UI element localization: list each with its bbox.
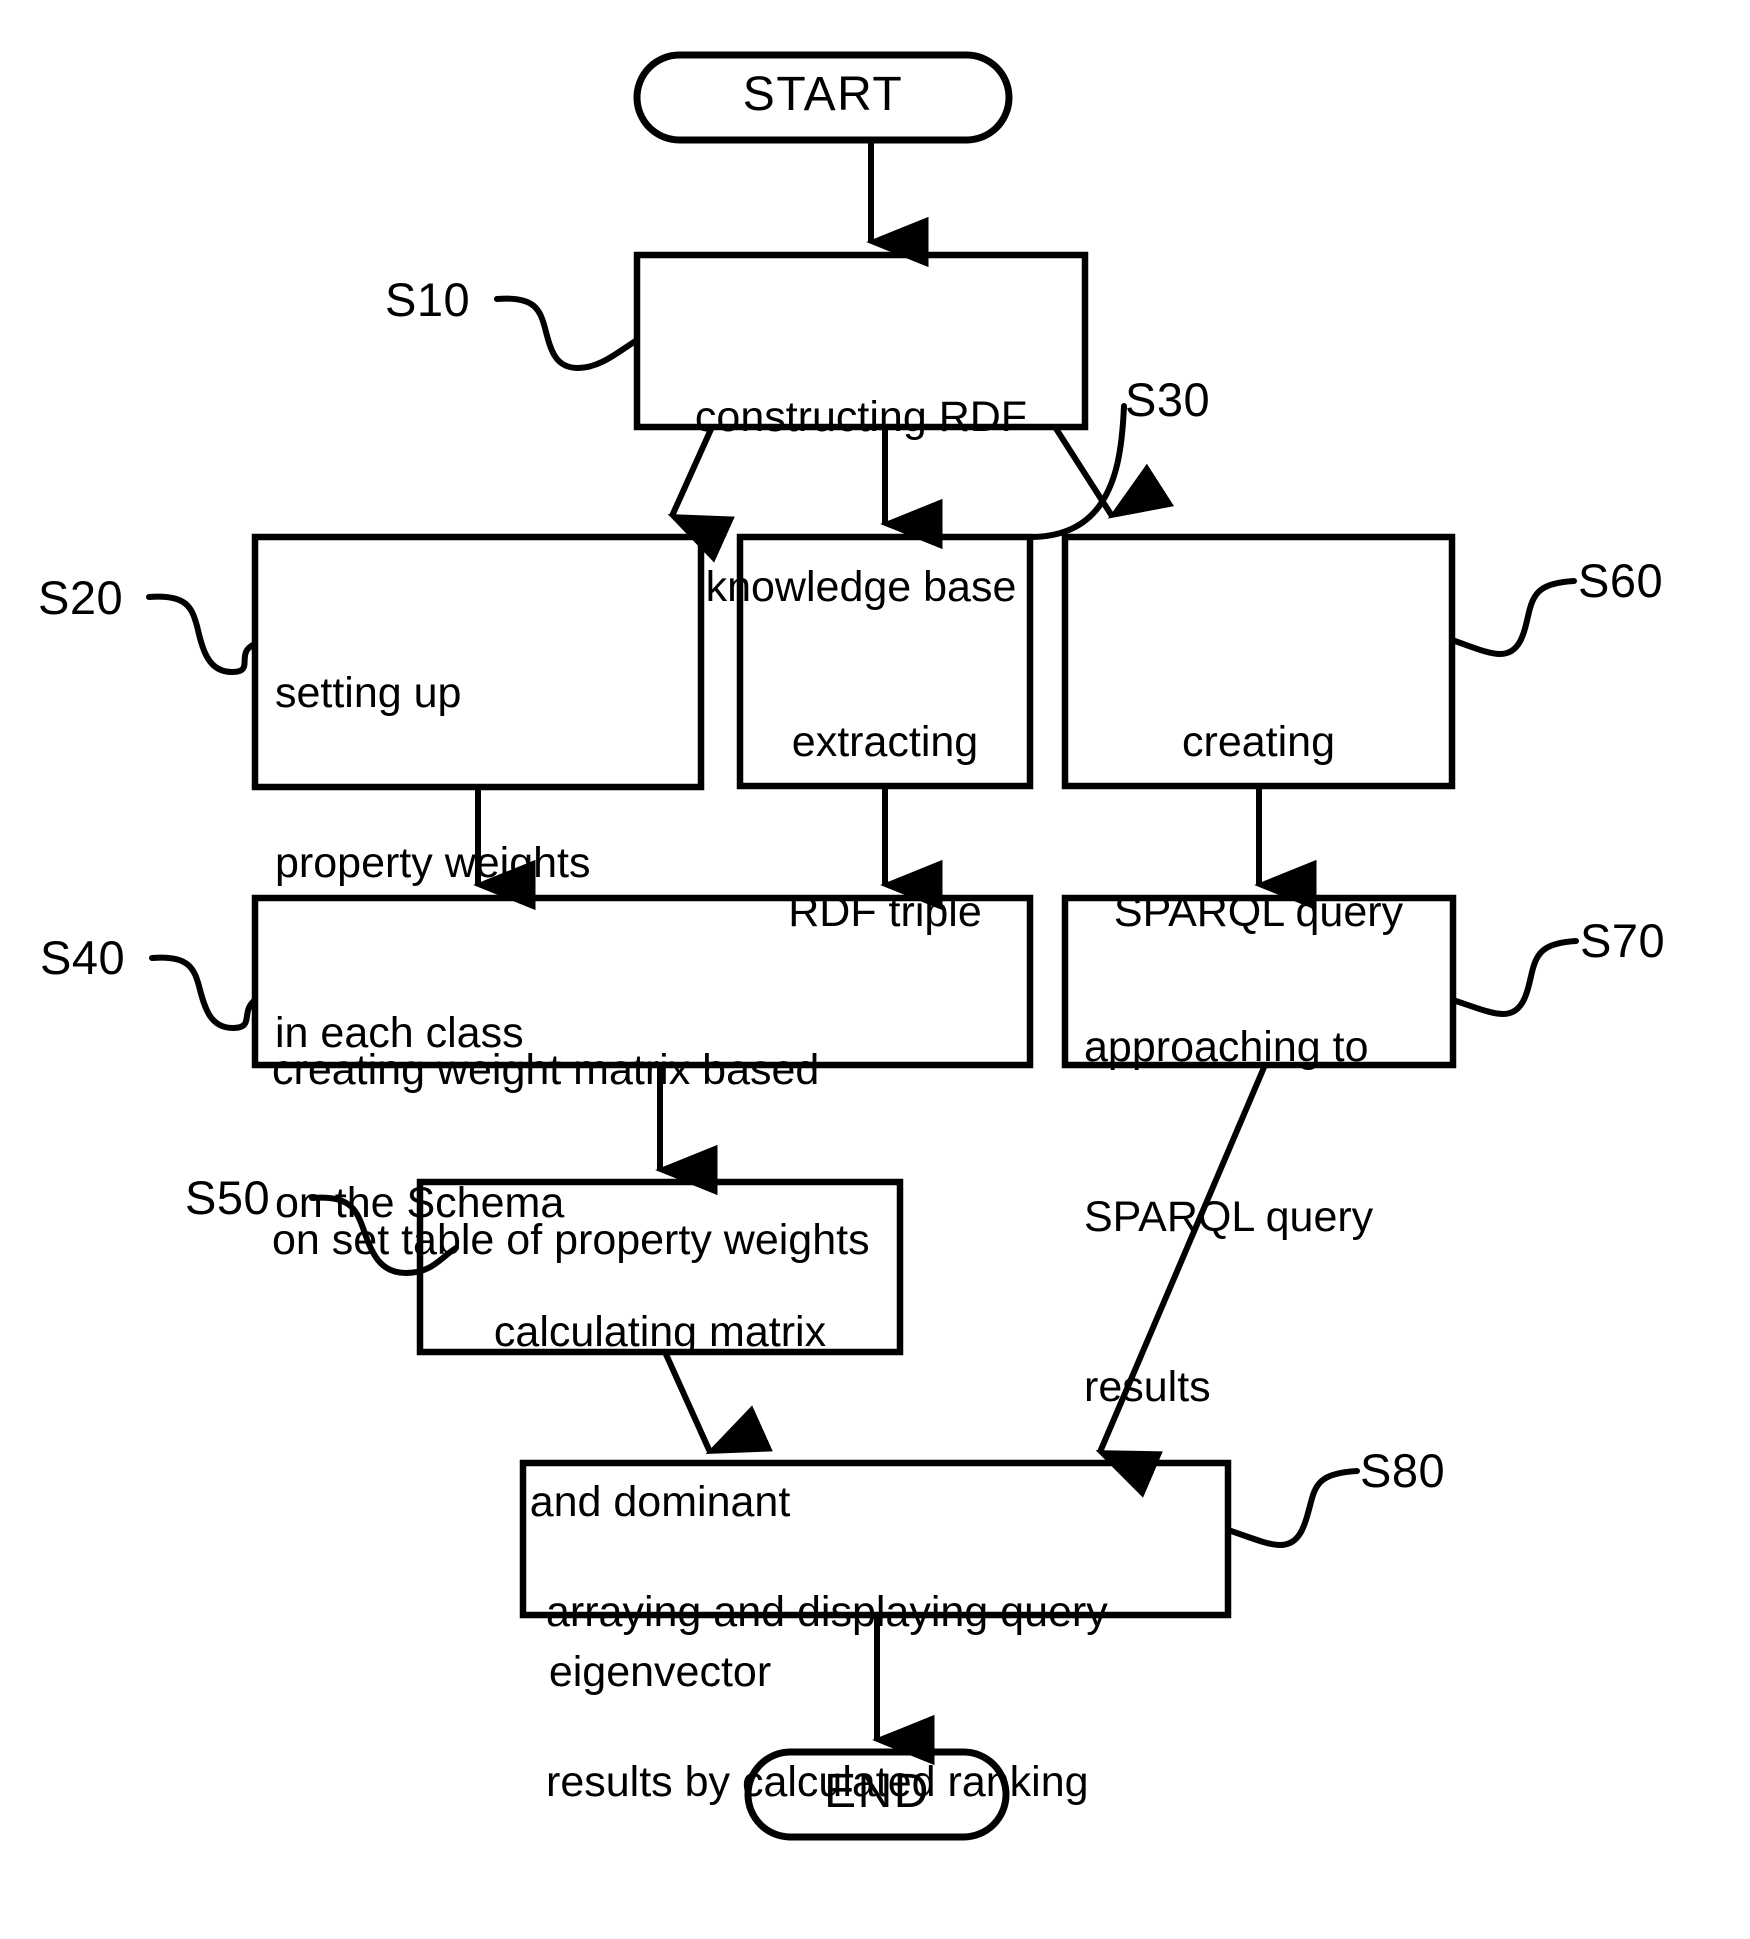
s20-node[interactable]: [255, 537, 701, 787]
s70-node[interactable]: [1065, 898, 1453, 1065]
ref-label-s70: S70: [1580, 914, 1666, 967]
s80-node[interactable]: [523, 1463, 1228, 1615]
ref-label-s50: S50: [185, 1171, 271, 1224]
leader-s70: [1450, 938, 1579, 1018]
s60-node[interactable]: [1065, 537, 1452, 786]
leader-s20: [146, 593, 258, 676]
end-node[interactable]: [748, 1752, 1006, 1837]
s40-node[interactable]: [255, 898, 1030, 1065]
edge-s70-to-s80: [1095, 1063, 1268, 1498]
ref-label-s30: S30: [1125, 373, 1211, 426]
s50-node[interactable]: [420, 1182, 900, 1352]
edge-s10-to-s20: [667, 425, 735, 563]
leader-s60: [1449, 578, 1577, 658]
ref-label-s20: S20: [38, 571, 124, 624]
leader-s10: [494, 295, 640, 372]
leader-s80: [1225, 1468, 1360, 1549]
ref-label-s60: S60: [1578, 554, 1664, 607]
s30-node[interactable]: [740, 537, 1030, 786]
start-node[interactable]: [637, 55, 1009, 140]
ref-label-s80: S80: [1360, 1444, 1446, 1497]
s10-node[interactable]: [637, 255, 1085, 427]
ref-label-s40: S40: [40, 931, 126, 984]
ref-label-s10: S10: [385, 273, 471, 326]
flowchart-canvas: START constructing RDF knowledge base se…: [0, 0, 1750, 1939]
edge-s50-to-s80: [662, 1350, 773, 1454]
leader-s40: [149, 954, 258, 1032]
